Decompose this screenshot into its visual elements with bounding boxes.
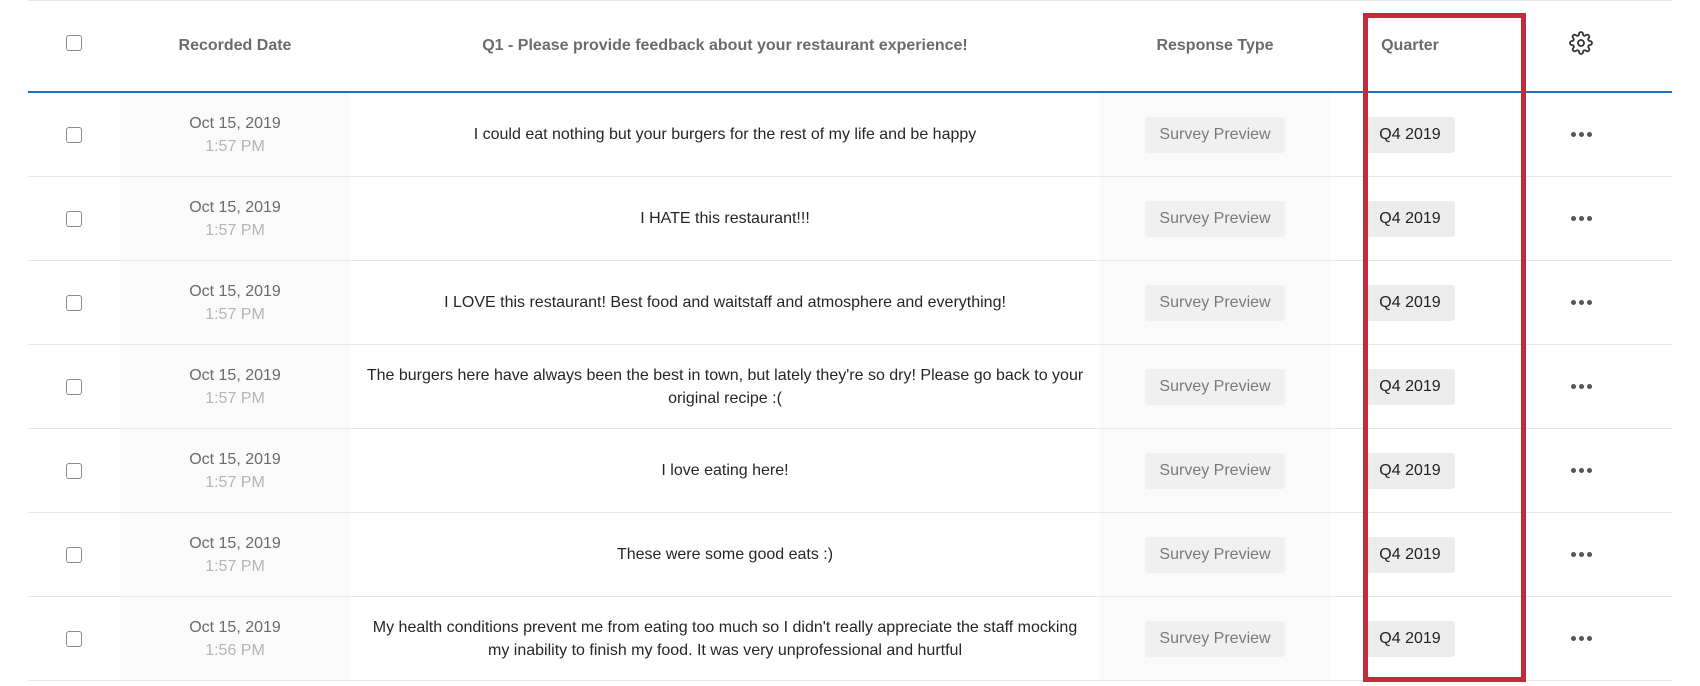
recorded-date: Oct 15, 2019 <box>189 198 281 216</box>
more-horizontal-icon[interactable] <box>1565 630 1598 647</box>
recorded-date: Oct 15, 2019 <box>189 450 281 468</box>
table-row: Oct 15, 2019 1:57 PM The burgers here hav… <box>28 345 1672 429</box>
q1-response: I HATE this restaurant!!! <box>640 210 810 227</box>
recorded-date: Oct 15, 2019 <box>189 282 281 300</box>
row-checkbox[interactable] <box>66 378 82 395</box>
table-body: Oct 15, 2019 1:57 PM I could eat nothing … <box>28 93 1672 681</box>
response-type-badge: Survey Preview <box>1145 116 1285 153</box>
more-horizontal-icon[interactable] <box>1565 294 1598 311</box>
quarter-badge: Q4 2019 <box>1365 200 1455 237</box>
table-row: Oct 15, 2019 1:57 PM These were some good… <box>28 513 1672 597</box>
table-row: Oct 15, 2019 1:57 PM I love eating here! … <box>28 429 1672 513</box>
response-type-badge: Survey Preview <box>1145 368 1285 405</box>
q1-response: I love eating here! <box>661 462 789 479</box>
table-row: Oct 15, 2019 1:56 PM My health conditions… <box>28 597 1672 681</box>
quarter-badge: Q4 2019 <box>1365 452 1455 489</box>
recorded-time: 1:57 PM <box>205 557 265 575</box>
q1-response: I could eat nothing but your burgers for… <box>473 126 977 143</box>
header-q1[interactable]: Q1 - Please provide feedback about your … <box>350 0 1100 91</box>
response-type-badge: Survey Preview <box>1145 620 1285 657</box>
table-row: Oct 15, 2019 1:57 PM I LOVE this restaura… <box>28 261 1672 345</box>
response-type-badge: Survey Preview <box>1145 452 1285 489</box>
header-quarter[interactable]: Quarter <box>1330 0 1490 91</box>
recorded-time: 1:57 PM <box>205 137 265 155</box>
q1-response: These were some good eats :) <box>616 546 834 563</box>
table-row: Oct 15, 2019 1:57 PM I could eat nothing … <box>28 93 1672 177</box>
quarter-badge: Q4 2019 <box>1365 284 1455 321</box>
table-header: Recorded Date Q1 - Please provide feedba… <box>28 0 1672 93</box>
more-horizontal-icon[interactable] <box>1565 210 1598 227</box>
header-recorded-date[interactable]: Recorded Date <box>120 0 350 91</box>
header-quarter-label: Quarter <box>1381 36 1439 54</box>
header-response-type[interactable]: Response Type <box>1100 0 1330 91</box>
row-checkbox[interactable] <box>66 294 82 311</box>
quarter-badge: Q4 2019 <box>1365 620 1455 657</box>
row-checkbox[interactable] <box>66 126 82 143</box>
recorded-date: Oct 15, 2019 <box>189 366 281 384</box>
more-horizontal-icon[interactable] <box>1565 546 1598 563</box>
header-recorded-date-label: Recorded Date <box>178 36 292 54</box>
table-row: Oct 15, 2019 1:57 PM I HATE this restaura… <box>28 177 1672 261</box>
row-checkbox[interactable] <box>66 462 82 479</box>
more-horizontal-icon[interactable] <box>1565 462 1598 479</box>
response-type-badge: Survey Preview <box>1145 284 1285 321</box>
more-horizontal-icon[interactable] <box>1565 126 1598 143</box>
header-select-all-cell <box>28 0 120 91</box>
recorded-time: 1:57 PM <box>205 221 265 239</box>
response-type-badge: Survey Preview <box>1145 536 1285 573</box>
select-all-checkbox[interactable] <box>66 34 82 51</box>
responses-table: Recorded Date Q1 - Please provide feedba… <box>28 0 1672 681</box>
quarter-badge: Q4 2019 <box>1365 116 1455 153</box>
q1-response: I LOVE this restaurant! Best food and wa… <box>444 294 1006 311</box>
row-checkbox[interactable] <box>66 630 82 647</box>
recorded-time: 1:57 PM <box>205 389 265 407</box>
response-type-badge: Survey Preview <box>1145 200 1285 237</box>
row-checkbox[interactable] <box>66 546 82 563</box>
header-settings-cell <box>1490 0 1672 91</box>
recorded-date: Oct 15, 2019 <box>189 114 281 132</box>
recorded-time: 1:56 PM <box>205 641 265 659</box>
q1-response: My health conditions prevent me from eat… <box>372 618 1078 659</box>
header-response-type-label: Response Type <box>1156 36 1274 54</box>
recorded-time: 1:57 PM <box>205 305 265 323</box>
quarter-badge: Q4 2019 <box>1365 536 1455 573</box>
quarter-badge: Q4 2019 <box>1365 368 1455 405</box>
row-checkbox[interactable] <box>66 210 82 227</box>
recorded-date: Oct 15, 2019 <box>189 618 281 636</box>
recorded-time: 1:57 PM <box>205 473 265 491</box>
recorded-date: Oct 15, 2019 <box>189 534 281 552</box>
q1-response: The burgers here have always been the be… <box>366 366 1084 407</box>
gear-icon[interactable] <box>1569 30 1593 55</box>
header-q1-label: Q1 - Please provide feedback about your … <box>482 36 968 54</box>
more-horizontal-icon[interactable] <box>1565 378 1598 395</box>
